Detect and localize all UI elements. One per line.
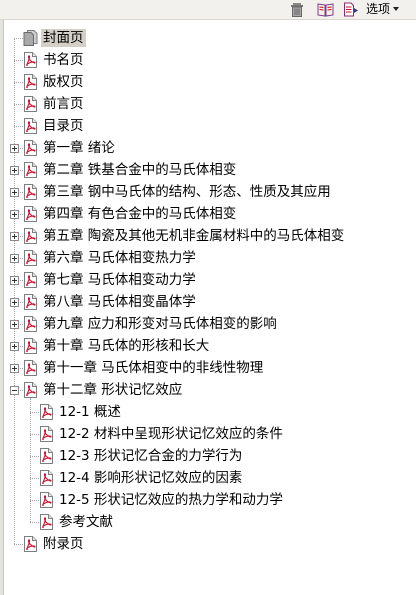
pdf-page-icon[interactable] [23,228,38,244]
bookmark-label[interactable]: 12-3 形状记忆合金的力学行为 [57,447,244,465]
tree-connector-line [30,412,39,413]
expand-plus-icon[interactable] [10,188,19,197]
bookmark-label[interactable]: 第十一章 马氏体相变中的非线性物理 [41,359,265,377]
bookmark-label[interactable]: 12-2 材料中呈现形状记忆效应的条件 [57,425,285,443]
bookmark-label[interactable]: 12-1 概述 [57,403,123,421]
pdf-page-icon[interactable] [39,448,54,464]
expand-plus-icon[interactable] [10,232,19,241]
bookmark-label[interactable]: 前言页 [41,95,86,113]
pdf-page-icon[interactable] [23,52,38,68]
tree-connector-line [30,456,39,457]
tree-connector-line [14,38,23,39]
bookmark-label[interactable]: 第九章 应力和形变对马氏体相变的影响 [41,315,279,333]
bookmark-label[interactable]: 附录页 [41,535,86,553]
expand-plus-icon[interactable] [10,342,19,351]
pdf-page-icon[interactable] [23,536,38,552]
tree-connector-line [30,500,39,501]
pdf-page-icon[interactable] [23,184,38,200]
bookmark-label[interactable]: 第六章 马氏体相变热力学 [41,249,198,267]
tree-connector-line [14,544,23,545]
tree-connector-line [14,82,23,83]
bookmark-label[interactable]: 第八章 马氏体相变晶体学 [41,293,198,311]
expand-plus-icon[interactable] [10,298,19,307]
tree-connector-line [14,126,23,127]
bookmark-label[interactable]: 第七章 马氏体相变动力学 [41,271,198,289]
bookmark-tree: 封面页书名页版权页前言页目录页第一章 绪论第二章 铁基合金中的马氏体相变第三章 … [4,20,416,595]
expand-plus-icon[interactable] [10,320,19,329]
pdf-page-icon[interactable] [23,250,38,266]
expand-plus-icon[interactable] [10,254,19,263]
bookmarks-toolbar: 选项 [0,0,416,20]
bookmarks-panel: 选项 封面页 书名页 版权页 前言页 目录页 第一章 绪论 第二章 铁基合金中的马氏体相变第… [0,0,416,595]
open-book-icon[interactable] [316,1,334,18]
tree-connector-line [30,478,39,479]
pdf-page-icon[interactable] [23,338,38,354]
bookmark-label[interactable]: 第二章 铁基合金中的马氏体相变 [41,161,238,179]
bookmark-label[interactable]: 参考文献 [57,513,115,531]
pdf-page-icon[interactable] [39,404,54,420]
bookmark-label[interactable]: 第四章 有色合金中的马氏体相变 [41,205,238,223]
expand-plus-icon[interactable] [10,364,19,373]
tree-connector-line [14,104,23,105]
tree-connector-line [30,398,31,522]
page-arrow-icon[interactable] [342,1,360,18]
pdf-page-icon[interactable] [23,74,38,90]
bookmark-label[interactable]: 第五章 陶瓷及其他无机非金属材料中的马氏体相变 [41,227,346,245]
pdf-page-icon[interactable] [23,206,38,222]
pdf-page-icon[interactable] [23,360,38,376]
trash-icon[interactable] [288,1,306,18]
tree-connector-line [30,434,39,435]
pdf-page-icon[interactable] [23,118,38,134]
pdf-page-icon[interactable] [23,382,38,398]
pdf-page-icon[interactable] [23,294,38,310]
pdf-page-icon[interactable] [23,96,38,112]
expand-plus-icon[interactable] [10,210,19,219]
expand-plus-icon[interactable] [10,166,19,175]
bookmark-label[interactable]: 封面页 [41,29,86,47]
pdf-page-icon[interactable] [39,514,54,530]
tree-connector-line [14,60,23,61]
options-label: 选项 [366,2,391,16]
bookmark-label[interactable]: 第三章 钢中马氏体的结构、形态、性质及其应用 [41,183,333,201]
expand-plus-icon[interactable] [10,276,19,285]
page-gray-icon[interactable] [23,30,38,46]
pdf-page-icon[interactable] [39,426,54,442]
pdf-page-icon[interactable] [23,272,38,288]
bookmark-label[interactable]: 书名页 [41,51,86,69]
bookmark-label[interactable]: 第十二章 形状记忆效应 [41,381,184,399]
tree-connector-line [30,522,39,523]
pdf-page-icon[interactable] [23,162,38,178]
bookmark-label[interactable]: 版权页 [41,73,86,91]
chevron-down-icon [393,6,400,11]
expand-plus-icon[interactable] [10,144,19,153]
pdf-page-icon[interactable] [39,470,54,486]
bookmark-label[interactable]: 目录页 [41,117,86,135]
pdf-page-icon[interactable] [39,492,54,508]
pdf-page-icon[interactable] [23,140,38,156]
tree-connector-line [14,38,15,544]
bookmark-label[interactable]: 第十章 马氏体的形核和长大 [41,337,211,355]
bookmark-label[interactable]: 第一章 绪论 [41,139,117,157]
options-menu-button[interactable]: 选项 [366,1,400,18]
bookmark-label[interactable]: 12-5 形状记忆效应的热力学和动力学 [57,491,285,509]
bookmark-label[interactable]: 12-4 影响形状记忆效应的因素 [57,469,244,487]
pdf-page-icon[interactable] [23,316,38,332]
collapse-minus-icon[interactable] [10,386,19,395]
